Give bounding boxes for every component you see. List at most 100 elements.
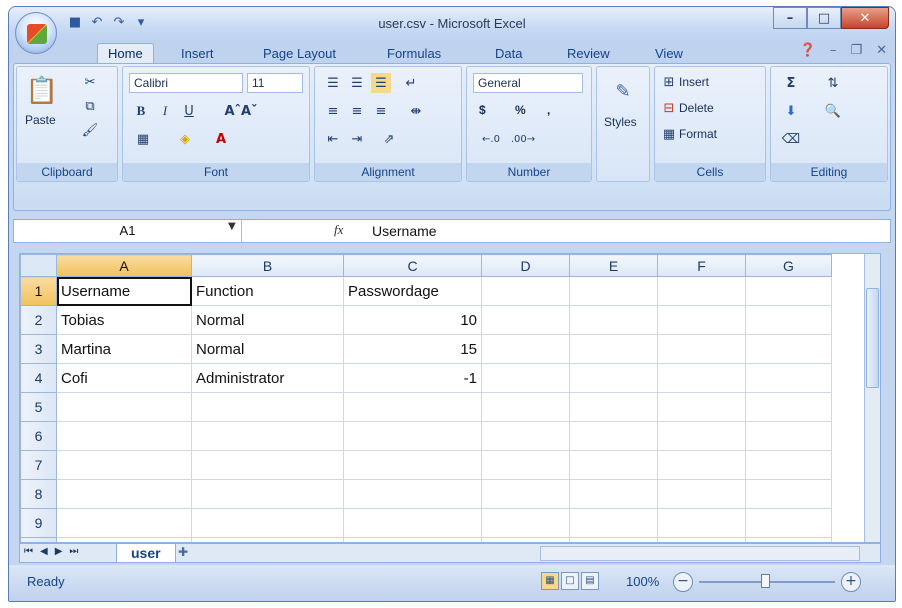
copy-icon[interactable]: ⧉ (81, 97, 99, 115)
cell[interactable] (481, 334, 570, 364)
underline-icon[interactable]: U (179, 101, 199, 121)
wrap-text-icon[interactable]: ↵ (401, 73, 421, 93)
column-header[interactable]: B (191, 254, 344, 277)
column-header[interactable]: G (745, 254, 832, 277)
cell[interactable] (481, 392, 570, 422)
cell[interactable] (481, 305, 570, 335)
cell[interactable] (481, 421, 570, 451)
page-layout-view-icon[interactable]: □ (561, 572, 579, 590)
vertical-scrollbar[interactable] (864, 254, 880, 542)
cell[interactable] (569, 276, 658, 306)
cell[interactable] (343, 479, 482, 509)
restore-icon[interactable]: ❐ (850, 43, 862, 58)
increase-indent-icon[interactable]: ⇥ (347, 129, 367, 149)
prev-sheet-icon[interactable]: ◀ (40, 546, 48, 557)
currency-button[interactable]: $ (479, 103, 486, 117)
find-select-icon[interactable]: 🔍 (821, 101, 845, 121)
decrease-indent-icon[interactable]: ⇤ (323, 129, 343, 149)
zoom-out-icon[interactable]: − (673, 572, 693, 592)
cell[interactable] (569, 479, 658, 509)
cell[interactable] (481, 479, 570, 509)
page-break-view-icon[interactable]: ▤ (581, 572, 599, 590)
format-cells-icon[interactable]: ▦ (661, 125, 677, 143)
cell[interactable]: Martina (56, 334, 192, 364)
tab-data[interactable]: Data (485, 44, 532, 63)
cell[interactable] (569, 392, 658, 422)
delete-cells-icon[interactable]: ⊟ (661, 99, 677, 117)
ribbon-minimize-icon[interactable]: – (830, 43, 837, 58)
cell[interactable]: Passwordage (343, 276, 482, 306)
percent-button[interactable]: % (515, 103, 526, 117)
last-sheet-icon[interactable]: ⏭ (69, 546, 78, 557)
name-box-dropdown-icon[interactable]: ▼ (228, 221, 236, 232)
comma-button[interactable]: , (547, 103, 550, 117)
row-header[interactable]: 5 (20, 392, 57, 422)
select-all-button[interactable] (20, 254, 57, 277)
cell[interactable]: 15 (343, 334, 482, 364)
cell[interactable] (745, 508, 832, 538)
cell[interactable] (569, 508, 658, 538)
font-name-select[interactable]: Calibri (129, 73, 243, 93)
sheet-tab-user[interactable]: user (116, 544, 176, 563)
cell[interactable]: Username (56, 276, 192, 306)
tab-insert[interactable]: Insert (171, 44, 224, 63)
paste-icon[interactable]: 📋 (26, 73, 58, 109)
format-painter-icon[interactable]: 🖌 (81, 121, 99, 139)
align-left-icon[interactable]: ≡ (323, 101, 343, 121)
cell[interactable] (191, 508, 344, 538)
font-size-select[interactable]: 11 (247, 73, 303, 93)
row-header[interactable]: 4 (20, 363, 57, 393)
tab-page-layout[interactable]: Page Layout (253, 44, 346, 63)
format-button[interactable]: Format (679, 127, 717, 141)
cell[interactable] (569, 334, 658, 364)
zoom-in-icon[interactable]: + (841, 572, 861, 592)
horizontal-scrollbar[interactable] (540, 546, 860, 561)
row-header[interactable]: 3 (20, 334, 57, 364)
italic-icon[interactable]: I (155, 101, 175, 121)
cell[interactable] (745, 450, 832, 480)
cell[interactable] (745, 421, 832, 451)
font-color-icon[interactable]: A (209, 129, 233, 149)
cell[interactable] (657, 450, 746, 480)
column-header[interactable]: E (569, 254, 658, 277)
row-header[interactable]: 1 (20, 276, 57, 306)
tab-formulas[interactable]: Formulas (377, 44, 451, 63)
cell[interactable] (657, 363, 746, 393)
cell[interactable] (56, 392, 192, 422)
zoom-slider-thumb[interactable] (761, 574, 770, 588)
cell[interactable] (657, 305, 746, 335)
fill-icon[interactable]: ⬇ (779, 101, 803, 121)
orientation-icon[interactable]: ⇗ (375, 129, 403, 149)
number-format-select[interactable]: General (473, 73, 583, 93)
cell[interactable] (343, 421, 482, 451)
delete-button[interactable]: Delete (679, 101, 714, 115)
column-header[interactable]: C (343, 254, 482, 277)
bold-icon[interactable]: B (131, 101, 151, 121)
cell[interactable] (745, 479, 832, 509)
cell[interactable] (56, 508, 192, 538)
name-box[interactable]: A1 (14, 220, 242, 242)
decrease-decimal-icon[interactable]: .00→ (509, 129, 537, 149)
cell[interactable] (191, 450, 344, 480)
cell[interactable] (343, 392, 482, 422)
cell[interactable] (745, 305, 832, 335)
close-workbook-icon[interactable]: ✕ (876, 43, 887, 58)
borders-icon[interactable]: ▦ (131, 129, 155, 149)
insert-function-icon[interactable]: fx (334, 222, 343, 238)
cell[interactable] (191, 479, 344, 509)
zoom-slider[interactable] (699, 574, 835, 588)
cell[interactable] (569, 450, 658, 480)
cell[interactable]: 10 (343, 305, 482, 335)
styles-icon[interactable]: ✎ (609, 77, 637, 105)
tab-review[interactable]: Review (557, 44, 620, 63)
insert-sheet-icon[interactable]: ✚ (170, 545, 196, 562)
cell[interactable] (657, 334, 746, 364)
cell[interactable] (657, 479, 746, 509)
row-header[interactable]: 7 (20, 450, 57, 480)
vertical-scroll-thumb[interactable] (866, 288, 879, 388)
cell[interactable] (56, 421, 192, 451)
minimize-button[interactable]: – (773, 7, 807, 29)
cell[interactable]: Normal (191, 334, 344, 364)
cell[interactable] (481, 450, 570, 480)
cell[interactable]: -1 (343, 363, 482, 393)
